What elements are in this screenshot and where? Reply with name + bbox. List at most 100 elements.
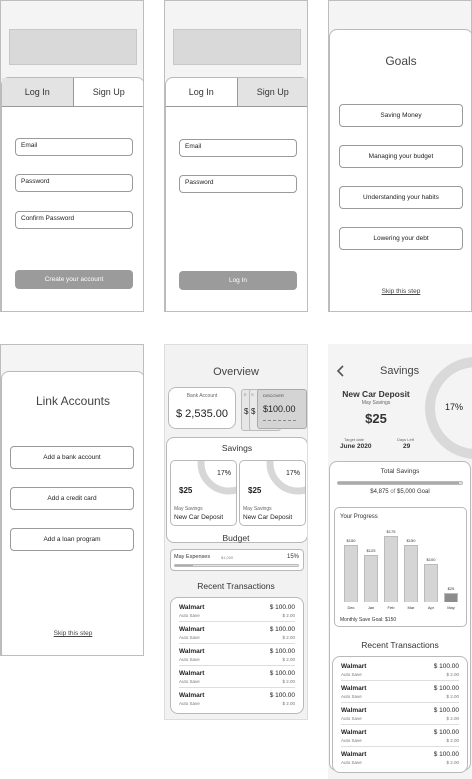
skip-link[interactable]: Skip this step: [2, 630, 143, 637]
card-letter: $: [244, 407, 249, 416]
signup-screen: Log In Sign Up Email Password Confirm Pa…: [0, 0, 144, 312]
add-credit-card-button[interactable]: Add a credit card: [10, 487, 134, 510]
card-letter: S: [251, 392, 254, 397]
tab-sign-up[interactable]: Sign Up: [236, 78, 307, 106]
transaction-saved: $ 2.00: [282, 613, 295, 618]
transaction-merchant: Walmart: [341, 707, 367, 714]
transaction-type: Auto Save: [341, 760, 362, 765]
credit-card[interactable]: DISCOVER $100.00: [257, 389, 307, 429]
transaction-row[interactable]: Walmart Auto Save $ 100.00 $ 2.00: [333, 750, 467, 772]
goal-understanding-habits-button[interactable]: Understanding your habits: [339, 186, 463, 209]
transaction-saved: $ 2.00: [446, 694, 459, 699]
email-field[interactable]: Email: [15, 138, 133, 156]
total-savings-bar: [337, 481, 463, 485]
skip-link[interactable]: Skip this step: [330, 288, 471, 295]
transaction-type: Auto Save: [341, 694, 362, 699]
create-account-button[interactable]: Create your account: [15, 270, 133, 289]
chevron-left-icon[interactable]: [336, 365, 346, 377]
transaction-amount: $ 100.00: [433, 729, 459, 736]
transaction-row[interactable]: Walmart Auto Save $ 100.00 $ 2.00: [171, 669, 303, 691]
divider: [179, 621, 295, 622]
tab-log-in[interactable]: Log In: [2, 78, 73, 106]
total-amount: $4,875: [370, 489, 389, 495]
transaction-amount: $ 100.00: [269, 648, 295, 655]
chart-month-label: Jan: [367, 605, 375, 610]
transaction-amount: $ 100.00: [433, 707, 459, 714]
transaction-saved: $ 2.00: [282, 657, 295, 662]
auth-tabs: Log In Sign Up: [166, 78, 307, 107]
bank-account-card[interactable]: Bank Account $ 2,535.00: [168, 387, 236, 429]
progress-chart-title: Your Progress: [340, 514, 378, 520]
transaction-merchant: Walmart: [179, 692, 205, 699]
goal-saving-money-button[interactable]: Saving Money: [339, 104, 463, 127]
progress-chart: $150 Dec $125 Jan $175 Feb $150 Mar $100 Apr $25 Ma…: [341, 528, 461, 614]
goal-lowering-debt-button[interactable]: Lowering your debt: [339, 227, 463, 250]
savings-goal-name: New Car Deposit: [243, 514, 293, 521]
goal-managing-budget-button[interactable]: Managing your budget: [339, 145, 463, 168]
login-screen: Log In Sign Up Email Password Log In: [164, 0, 308, 312]
chart-bar-apr: [424, 564, 438, 602]
chart-value-label: $150: [406, 538, 416, 544]
savings-section: Savings 17% $25 May Savings New Car Depo…: [166, 437, 307, 543]
transaction-row[interactable]: Walmart Auto Save $ 100.00 $ 2.00: [171, 647, 303, 669]
savings-goal-card[interactable]: 17% $25 May Savings New Car Deposit: [239, 460, 306, 526]
savings-goal-card[interactable]: 17% $25 May Savings New Car Deposit: [170, 460, 237, 526]
transaction-merchant: Walmart: [341, 729, 367, 736]
transaction-merchant: Walmart: [341, 685, 367, 692]
savings-label: May Savings: [174, 506, 203, 512]
page-title: Overview: [213, 366, 259, 378]
card-letter: $: [251, 407, 256, 416]
bank-account-amount: $ 2,535.00: [176, 408, 228, 420]
tab-log-in[interactable]: Log In: [166, 78, 237, 106]
tab-sign-up[interactable]: Sign Up: [72, 78, 144, 106]
divider: [179, 665, 295, 666]
card-number-line: [263, 420, 296, 421]
transaction-row[interactable]: Walmart Auto Save $ 100.00 $ 2.00: [333, 706, 467, 728]
password-field[interactable]: Password: [179, 175, 297, 193]
chart-month-label: Feb: [387, 605, 395, 610]
confirm-password-field[interactable]: Confirm Password: [15, 211, 133, 229]
transaction-row[interactable]: Walmart Auto Save $ 100.00 $ 2.00: [333, 662, 467, 684]
recent-transactions-list: Walmart Auto Save $ 100.00 $ 2.00 Walmart Aut…: [332, 656, 468, 773]
budget-card[interactable]: May Expenses $1,000 15%: [170, 549, 304, 571]
transaction-row[interactable]: Walmart Auto Save $ 100.00 $ 2.00: [171, 625, 303, 647]
password-field[interactable]: Password: [15, 174, 133, 192]
target-date-label: Target date: [344, 437, 365, 442]
total-savings-fill: [338, 482, 459, 484]
budget-amount: $1,000: [221, 555, 234, 560]
recent-title: Recent Transactions: [361, 640, 439, 650]
log-in-button[interactable]: Log In: [179, 271, 297, 290]
add-bank-account-button[interactable]: Add a bank account: [10, 446, 134, 469]
transaction-amount: $ 100.00: [269, 692, 295, 699]
recent-title: Recent Transactions: [197, 581, 275, 591]
overview-screen: Overview Bank Account $ 2,535.00 E S $ $…: [164, 344, 308, 720]
link-accounts-screen: Link Accounts Add a bank account Add a c…: [0, 344, 144, 656]
divider: [179, 687, 295, 688]
transaction-type: Auto Save: [179, 613, 200, 618]
divider: [341, 702, 459, 703]
page-title: Goals: [385, 54, 417, 68]
transaction-type: Auto Save: [179, 657, 200, 662]
transaction-merchant: Walmart: [179, 670, 205, 677]
transaction-row[interactable]: Walmart Auto Save $ 100.00 $ 2.00: [333, 728, 467, 750]
budget-label: May Expenses: [174, 554, 211, 560]
transaction-saved: $ 2.00: [446, 716, 459, 721]
goals-screen: Goals Saving Money Managing your budget …: [328, 0, 472, 312]
transaction-row[interactable]: Walmart Auto Save $ 100.00 $ 2.00: [333, 684, 467, 706]
chart-month-label: Mar: [407, 605, 415, 610]
chart-bar-mar: [404, 545, 418, 602]
chart-bar-jan: [364, 554, 378, 602]
transaction-merchant: Walmart: [179, 648, 205, 655]
transaction-row[interactable]: Walmart Auto Save $ 100.00 $ 2.00: [171, 603, 303, 625]
add-loan-program-button[interactable]: Add a loan program: [10, 528, 134, 551]
transaction-row[interactable]: Walmart Auto Save $ 100.00 $ 2.00: [171, 691, 303, 713]
email-field[interactable]: Email: [179, 139, 297, 157]
goal-name: New Car Deposit: [342, 389, 410, 399]
chart-value-label: $25: [447, 585, 455, 591]
savings-percent: 17%: [445, 402, 464, 412]
savings-percent: 17%: [217, 470, 232, 477]
transaction-merchant: Walmart: [341, 663, 367, 670]
total-goal: $5,000 Goal: [397, 489, 430, 495]
transaction-type: Auto Save: [341, 738, 362, 743]
transaction-merchant: Walmart: [179, 604, 205, 611]
